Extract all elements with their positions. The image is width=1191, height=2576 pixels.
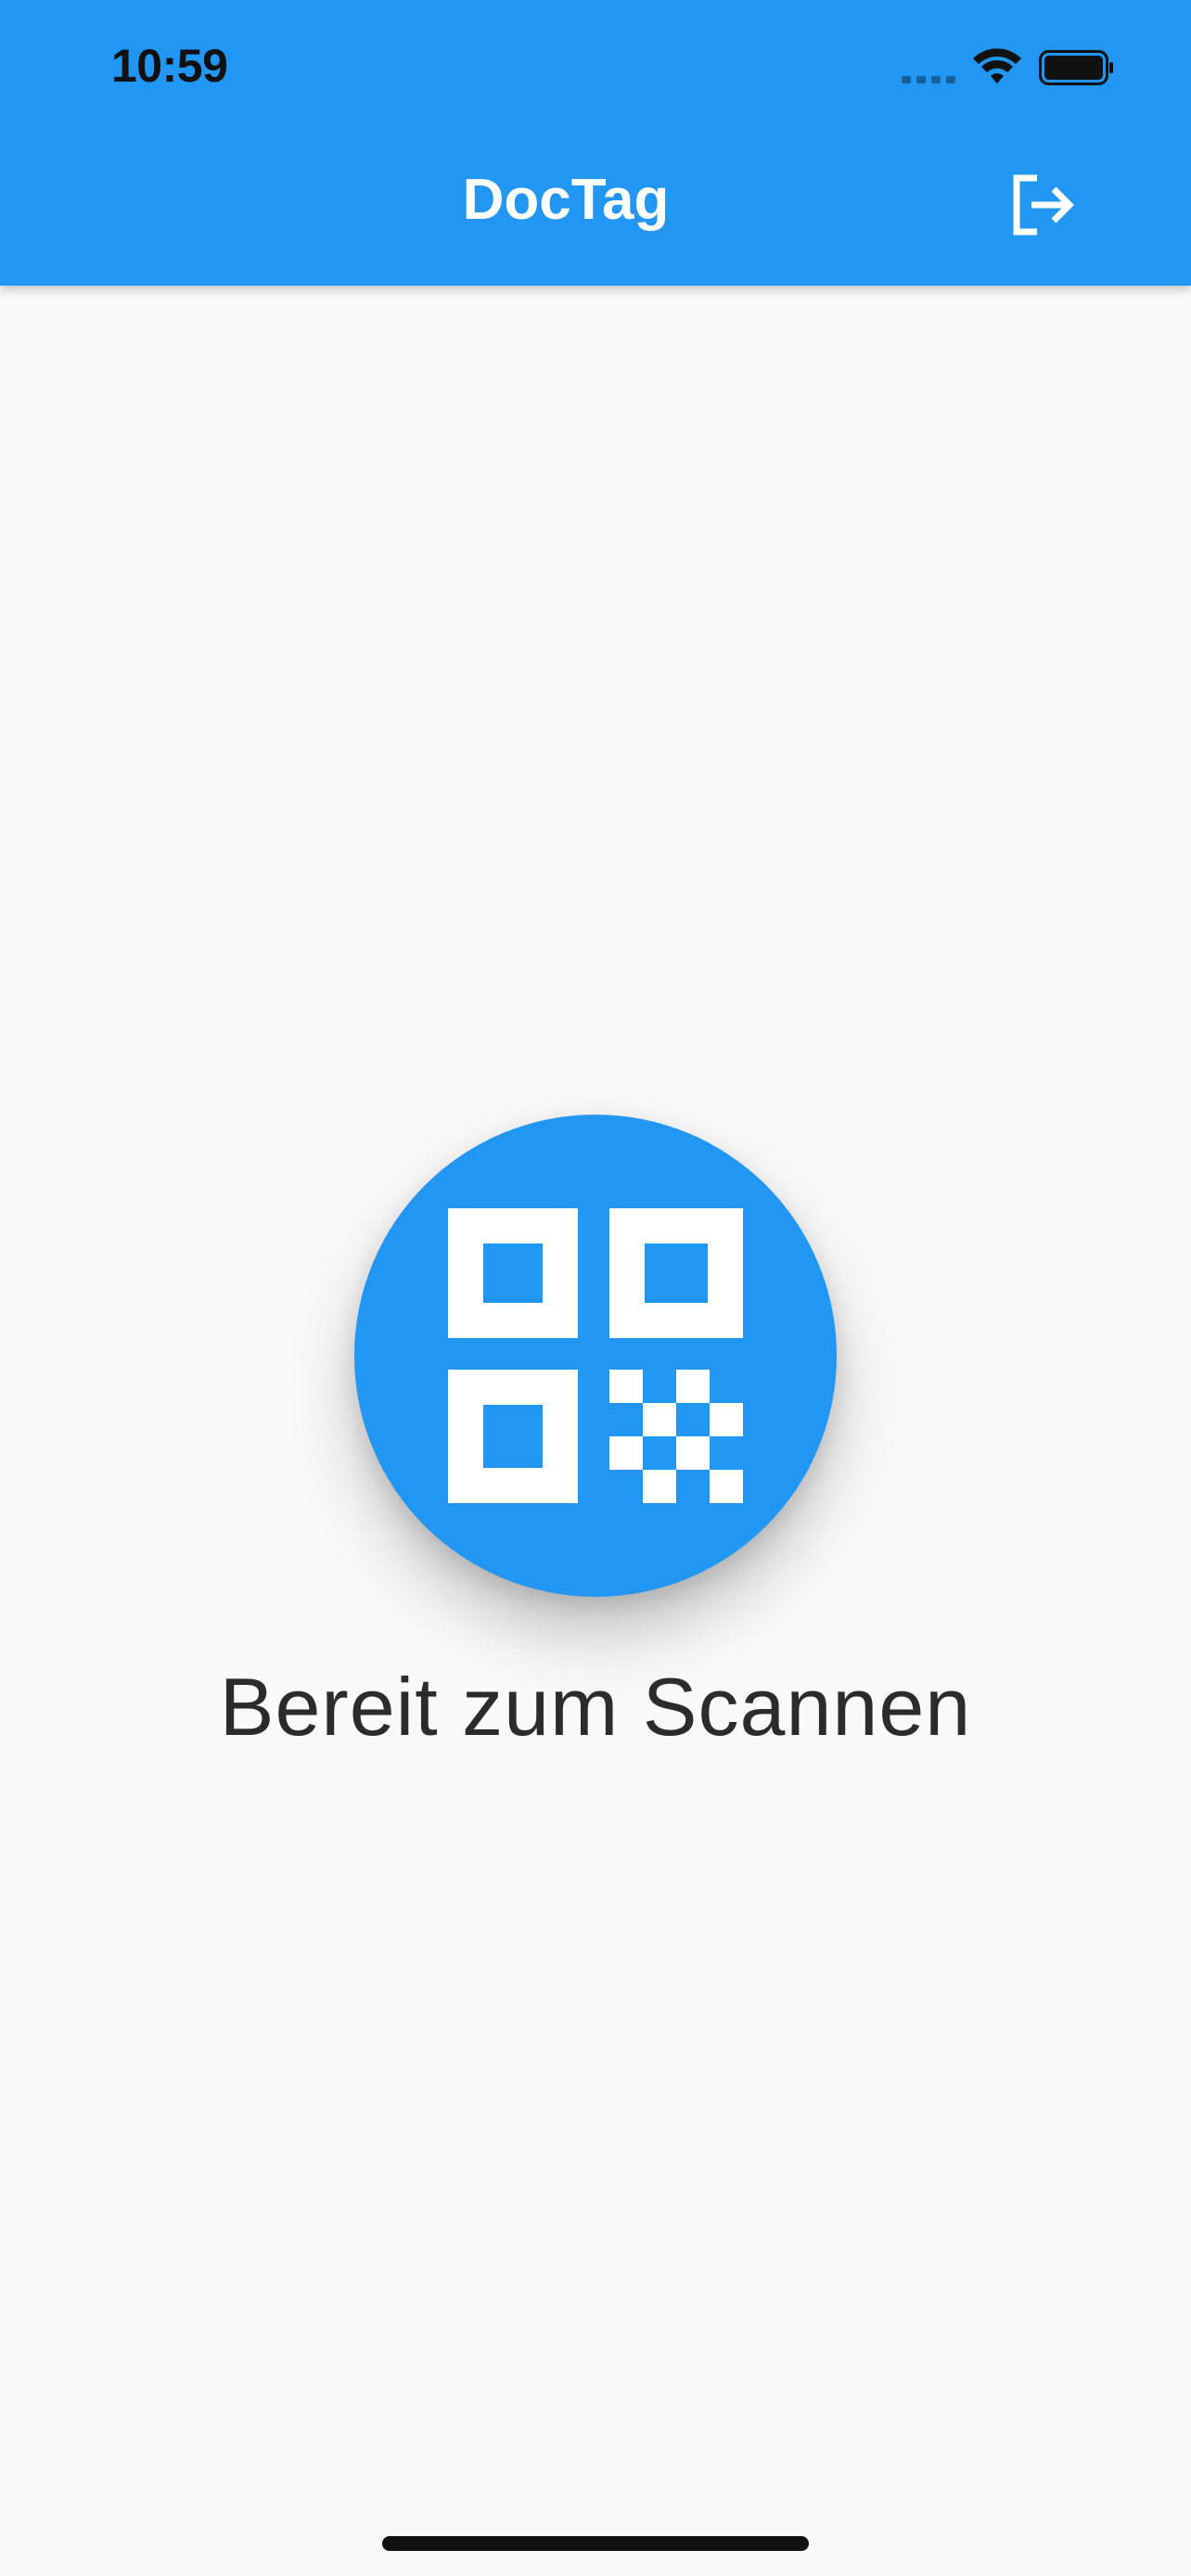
cellular-signal-icon — [902, 76, 955, 83]
scan-button[interactable] — [354, 1115, 837, 1597]
battery-icon — [1039, 50, 1113, 85]
logout-icon[interactable] — [1009, 172, 1076, 237]
page-title: DocTag — [462, 168, 670, 232]
qr-code-icon — [448, 1208, 743, 1503]
scan-status-text: Bereit zum Scannen — [219, 1661, 972, 1753]
home-indicator — [382, 2536, 809, 2551]
scan-area: Bereit zum Scannen — [0, 1115, 1191, 1754]
app-bar: 10:59 DocTag — [0, 0, 1191, 286]
status-time: 10:59 — [111, 40, 228, 92]
wifi-icon — [973, 48, 1021, 83]
